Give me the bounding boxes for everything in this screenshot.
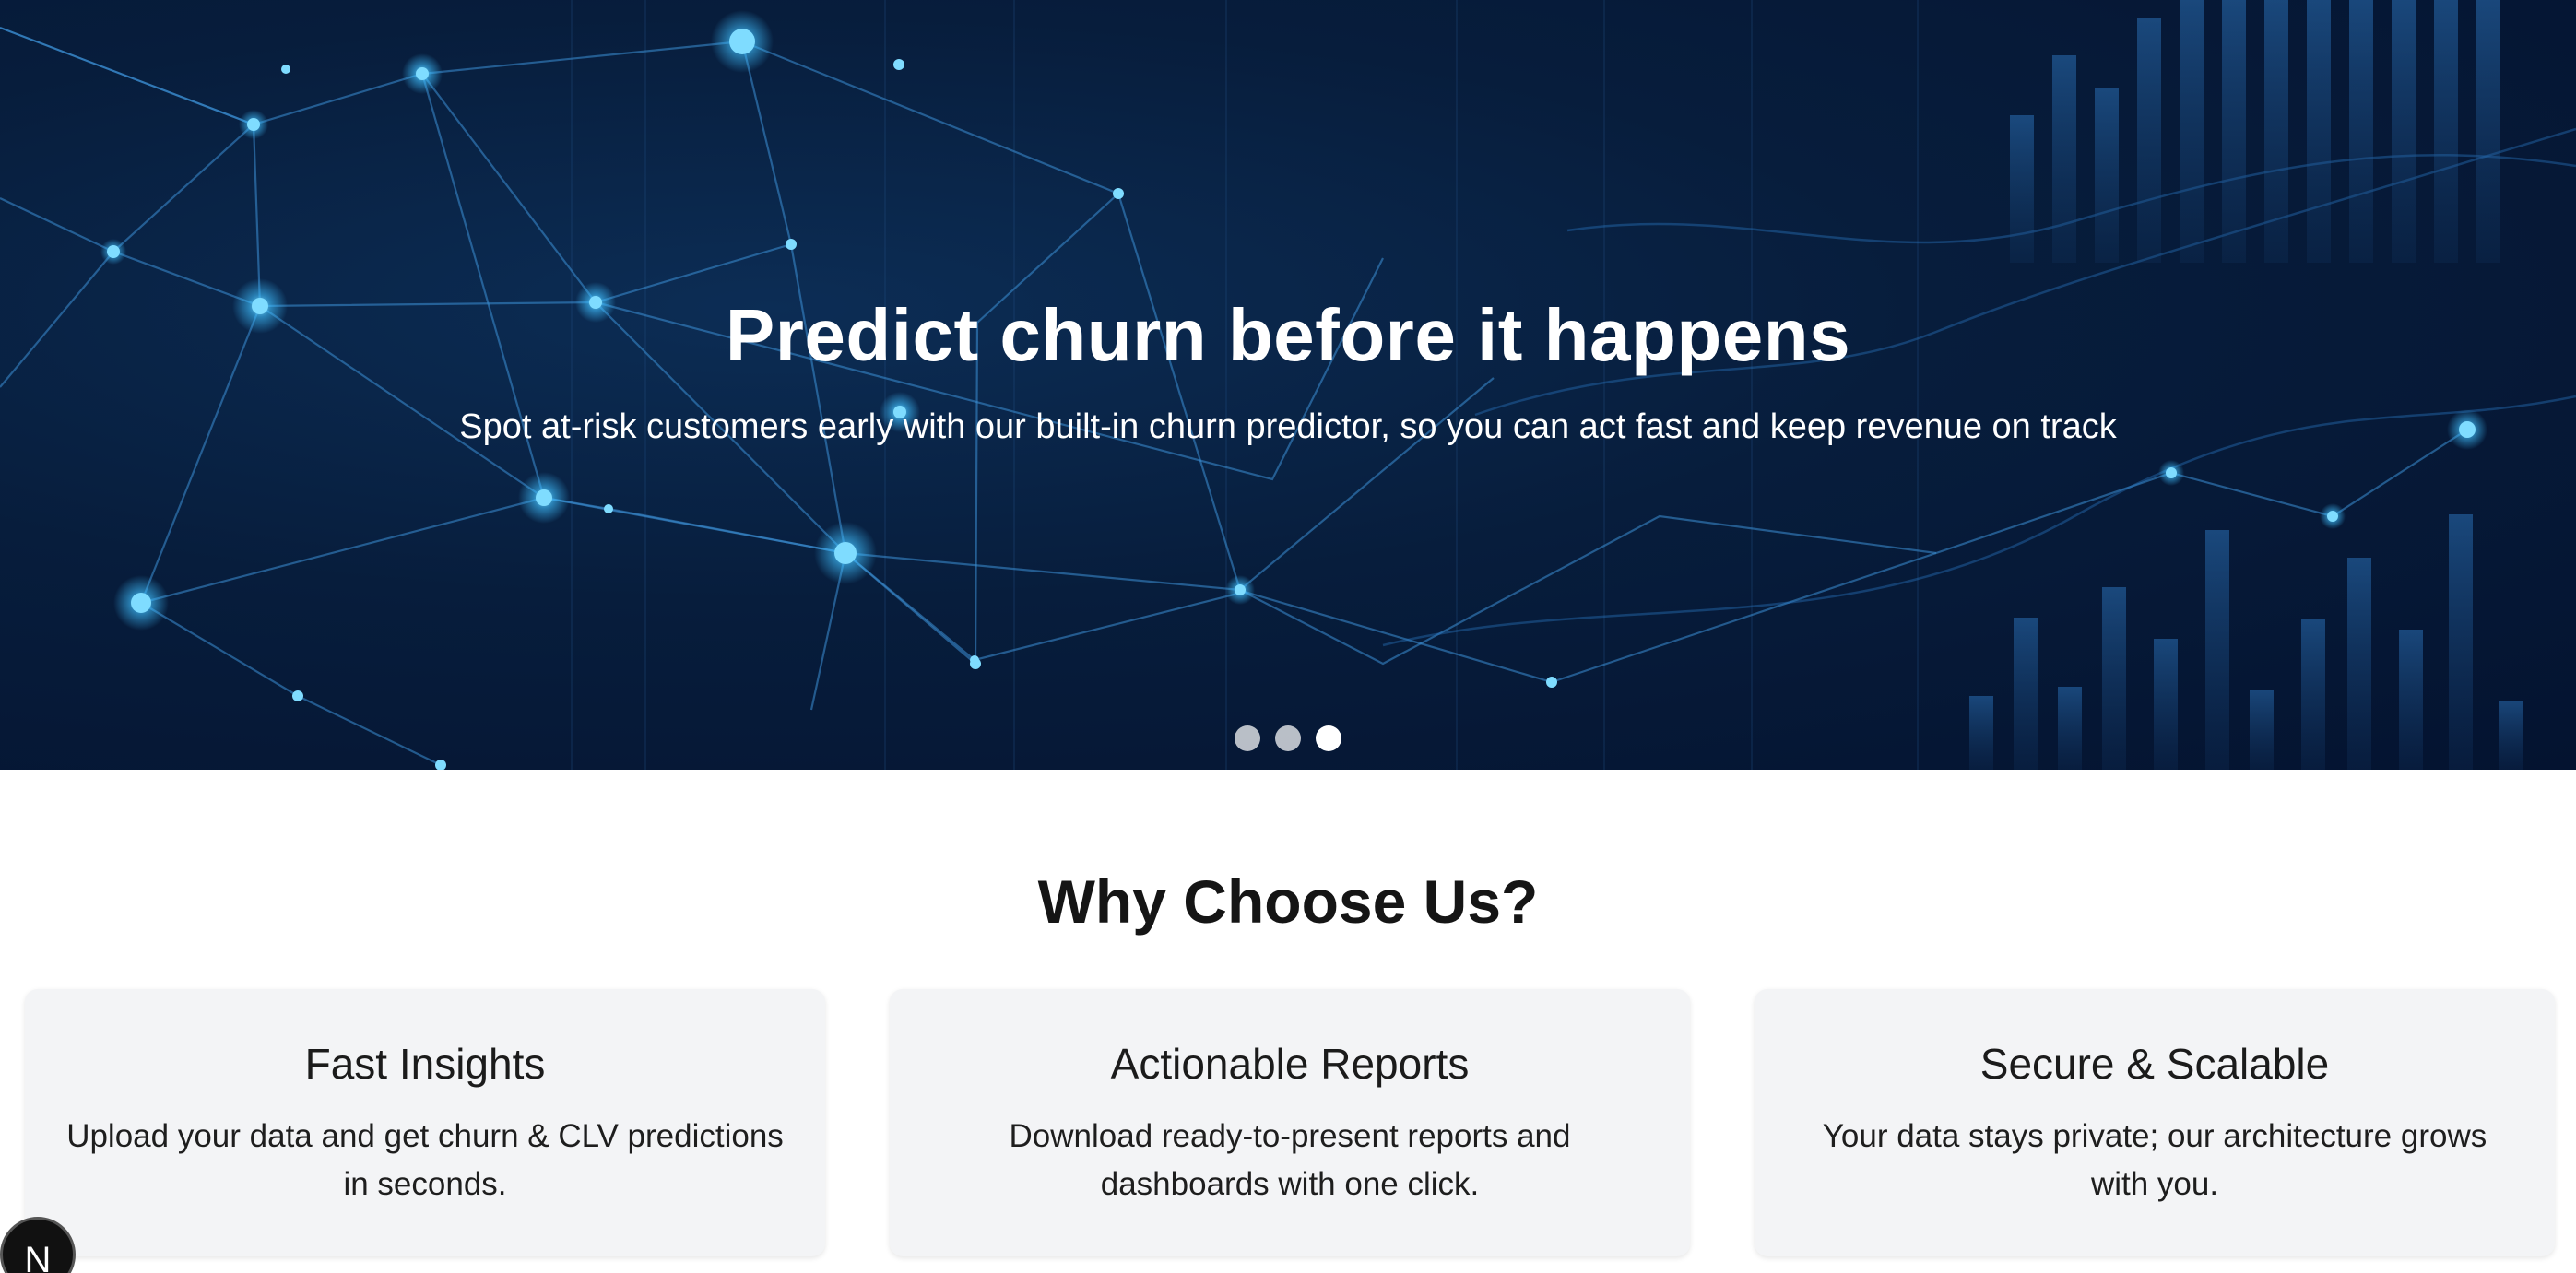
card-text: Download ready-to-present reports and da… — [1009, 1118, 1571, 1202]
hero-carousel: Predict churn before it happens Spot at-… — [0, 0, 2576, 770]
hero-subtitle: Spot at-risk customers early with our bu… — [459, 407, 2117, 446]
carousel-indicators — [0, 725, 2576, 751]
carousel-dot-3[interactable] — [1316, 725, 1341, 751]
feature-cards: Fast Insights Upload your data and get c… — [25, 989, 2555, 1256]
carousel-dot-2[interactable] — [1275, 725, 1301, 751]
network-background-illustration — [0, 0, 2576, 770]
feature-card-actionable-reports: Actionable Reports Download ready-to-pre… — [890, 989, 1690, 1256]
card-text: Your data stays private; our architectur… — [1822, 1118, 2487, 1202]
feature-card-fast-insights: Fast Insights Upload your data and get c… — [25, 989, 825, 1256]
card-title: Secure & Scalable — [1979, 1040, 2330, 1088]
card-title: Actionable Reports — [1110, 1040, 1470, 1088]
carousel-dot-1[interactable] — [1235, 725, 1260, 751]
feature-card-secure-scalable: Secure & Scalable Your data stays privat… — [1755, 989, 2555, 1256]
page: Predict churn before it happens Spot at-… — [0, 0, 2576, 1273]
section-title: Why Choose Us? — [1037, 867, 1539, 936]
card-text: Upload your data and get churn & CLV pre… — [66, 1118, 784, 1202]
card-title: Fast Insights — [304, 1040, 546, 1088]
hero-title: Predict churn before it happens — [725, 294, 1851, 376]
